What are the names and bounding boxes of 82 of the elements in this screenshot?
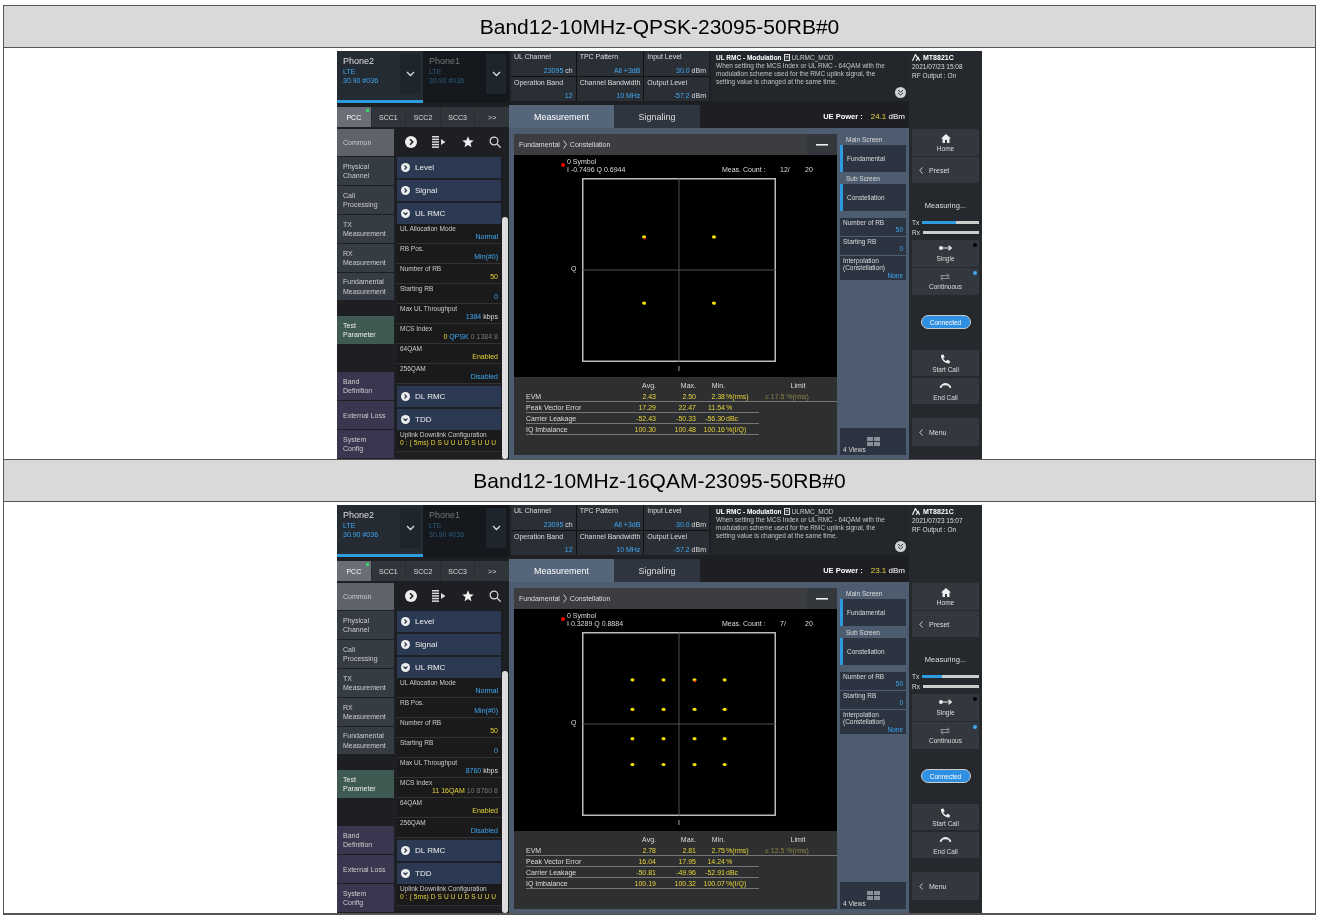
minimize-button[interactable] bbox=[807, 588, 837, 609]
minimize-button[interactable] bbox=[807, 134, 837, 155]
level-meter bbox=[922, 675, 979, 678]
dropdown-button[interactable] bbox=[400, 54, 420, 94]
chevron-down-circle-icon bbox=[401, 663, 410, 672]
group-header[interactable]: TDD bbox=[397, 863, 501, 884]
chevron-down-icon bbox=[405, 525, 415, 531]
chevron-left-icon bbox=[919, 620, 923, 628]
chevron-right-circle-icon bbox=[401, 617, 410, 626]
section-title: Band12-10MHz-16QAM-23095-50RB#0 bbox=[4, 460, 1315, 502]
chevron-right-circle-icon bbox=[401, 163, 410, 172]
chevron-right-icon bbox=[562, 594, 567, 603]
chevron-down-icon bbox=[491, 525, 501, 531]
marker-dot bbox=[561, 163, 565, 167]
chevron-right-circle-icon bbox=[401, 186, 410, 195]
dropdown-button[interactable] bbox=[486, 54, 506, 94]
loop-arrows-icon bbox=[939, 273, 952, 281]
search-icon[interactable] bbox=[489, 136, 502, 148]
chevron-left-icon bbox=[919, 428, 923, 436]
logo-icon bbox=[912, 54, 920, 61]
expand-button[interactable] bbox=[895, 541, 906, 552]
group-header[interactable]: Level bbox=[397, 157, 501, 178]
chevron-down-circle-icon bbox=[401, 209, 410, 218]
dropdown-button[interactable] bbox=[400, 508, 420, 548]
minus-icon bbox=[816, 597, 828, 600]
house-icon bbox=[940, 587, 951, 597]
tab[interactable]: Signaling bbox=[614, 559, 700, 582]
star-icon[interactable] bbox=[461, 136, 474, 148]
search-icon[interactable] bbox=[489, 590, 502, 602]
phone-name: Phone1 bbox=[429, 510, 462, 520]
phone-name: Phone2 bbox=[343, 510, 376, 520]
chevron-down-circle-icon bbox=[401, 869, 410, 878]
phone-name: Phone2 bbox=[343, 56, 376, 66]
group-header[interactable]: Signal bbox=[397, 180, 501, 201]
marker-dot bbox=[561, 617, 565, 621]
scrollbar[interactable] bbox=[502, 217, 508, 459]
chevron-left-icon bbox=[919, 882, 923, 890]
phone-name: Phone1 bbox=[429, 56, 462, 66]
minus-icon bbox=[816, 143, 828, 146]
phone-icon bbox=[939, 807, 952, 818]
star-icon[interactable] bbox=[461, 590, 474, 602]
tab[interactable]: Signaling bbox=[614, 105, 700, 128]
expand-button[interactable] bbox=[895, 87, 906, 98]
house-icon bbox=[940, 133, 951, 143]
chevron-circle-icon[interactable] bbox=[404, 136, 417, 148]
tab[interactable]: Measurement bbox=[509, 105, 614, 128]
document-icon bbox=[783, 54, 790, 61]
phone-icon bbox=[939, 353, 952, 364]
double-chevron-icon bbox=[897, 89, 904, 96]
chevron-right-circle-icon bbox=[401, 846, 410, 855]
grid-icon bbox=[866, 437, 880, 446]
group-header[interactable]: DL RMC bbox=[397, 840, 501, 861]
grid-icon bbox=[866, 891, 880, 900]
group-header[interactable]: Signal bbox=[397, 634, 501, 655]
chevron-circle-icon[interactable] bbox=[404, 590, 417, 602]
chevron-right-icon bbox=[562, 140, 567, 149]
group-header[interactable]: TDD bbox=[397, 409, 501, 430]
group-header[interactable]: UL RMC bbox=[397, 203, 501, 224]
loop-arrows-icon bbox=[939, 727, 952, 735]
dot-arrow-icon bbox=[939, 245, 952, 253]
document-icon bbox=[783, 508, 790, 515]
ue-power-value: 24.1 dBm bbox=[870, 112, 905, 121]
chevron-down-icon bbox=[405, 71, 415, 77]
tab[interactable]: Measurement bbox=[509, 559, 614, 582]
scrollbar[interactable] bbox=[502, 671, 508, 913]
dot-arrow-icon bbox=[939, 699, 952, 707]
group-header[interactable]: Level bbox=[397, 611, 501, 632]
list-play-icon[interactable] bbox=[432, 136, 447, 148]
chevron-right-circle-icon bbox=[401, 640, 410, 649]
group-header[interactable]: DL RMC bbox=[397, 386, 501, 407]
ue-power-value: 23.1 dBm bbox=[870, 566, 905, 575]
chevron-down-icon bbox=[491, 71, 501, 77]
chevron-right-circle-icon bbox=[401, 392, 410, 401]
chevron-left-icon bbox=[919, 166, 923, 174]
list-play-icon[interactable] bbox=[432, 590, 447, 602]
level-meter bbox=[922, 221, 979, 224]
dropdown-button[interactable] bbox=[486, 508, 506, 548]
logo-icon bbox=[912, 508, 920, 515]
section-title: Band12-10MHz-QPSK-23095-50RB#0 bbox=[4, 6, 1315, 48]
double-chevron-icon bbox=[897, 543, 904, 550]
chevron-down-circle-icon bbox=[401, 415, 410, 424]
group-header[interactable]: UL RMC bbox=[397, 657, 501, 678]
